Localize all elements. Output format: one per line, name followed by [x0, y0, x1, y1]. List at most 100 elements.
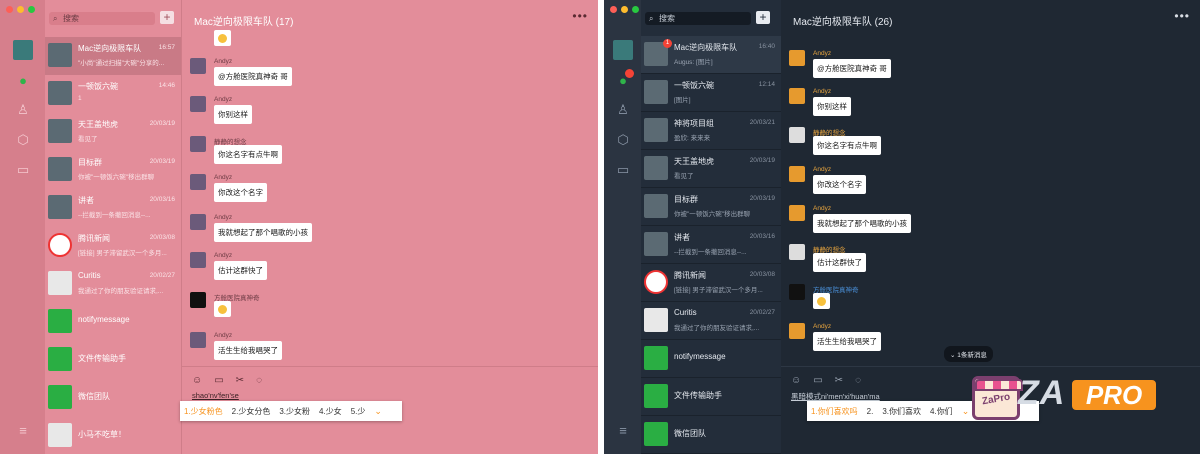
ime-candidate[interactable]: 2.: [867, 407, 874, 416]
ime-candidate[interactable]: 3.少女粉: [279, 406, 310, 417]
list-item[interactable]: Mac逆向极限车队 16:57 "小尚"通过扫描"大碗"分享的...: [45, 37, 181, 75]
chevron-down-icon[interactable]: ⌄: [962, 406, 970, 417]
avatar[interactable]: [13, 40, 33, 60]
chat-bubble-icon[interactable]: ◌: [855, 375, 861, 386]
chat-name: 讲者: [674, 233, 690, 242]
avatar: [190, 96, 206, 112]
zoom-window-button[interactable]: [632, 6, 639, 13]
new-chat-button[interactable]: +: [160, 11, 174, 24]
close-window-button[interactable]: [610, 6, 617, 13]
list-item[interactable]: 神将项目组 20/03/21 盈欣: 来来来: [641, 112, 781, 150]
favorites-box-icon[interactable]: ⬡: [15, 132, 31, 148]
list-item[interactable]: 讲者 20/03/16 --拦截到一条撤回消息--...: [45, 189, 181, 227]
list-item[interactable]: 目标群 20/03/19 你被"一顿饭六碗"移出群聊: [45, 151, 181, 189]
avatar: [48, 43, 72, 67]
message: Andyz 你改这个名字: [789, 166, 989, 200]
menu-icon[interactable]: ≡: [15, 422, 31, 438]
search-icon: ⌕: [53, 14, 58, 23]
list-item[interactable]: 腾讯新闻 20/03/08 [链接] 男子滞留武汉一个多月...: [641, 264, 781, 302]
ime-candidate[interactable]: 4.你们: [930, 406, 953, 417]
search-placeholder: 搜索: [659, 14, 675, 23]
chat-name: 神将项目组: [674, 119, 714, 128]
new-messages-pill[interactable]: ⌄ 1条新消息: [944, 346, 993, 362]
list-item[interactable]: 1 Mac逆向极限车队 16:40 Augus: [图片]: [641, 36, 781, 74]
list-item[interactable]: Curitis 20/02/27 我通过了你的朋友验证请求,...: [45, 265, 181, 303]
avatar: [190, 252, 206, 268]
chat-title: Mac逆向极限车队 (17): [194, 17, 294, 28]
scissors-icon[interactable]: ✂: [236, 375, 244, 386]
chat-icon[interactable]: ●: [15, 72, 31, 88]
menu-icon[interactable]: ≡: [615, 422, 631, 438]
message-list[interactable]: Andyz @方舱医院真神奇 哥 Andyz 你别这样 静静的想念 你这名字有点牛啊 …: [182, 30, 598, 366]
list-item[interactable]: 文件传输助手: [45, 341, 181, 379]
new-chat-button[interactable]: +: [756, 11, 770, 24]
contacts-icon[interactable]: ♙: [615, 102, 631, 118]
folder-icon[interactable]: ▭: [15, 162, 31, 178]
list-item[interactable]: 文件传输助手: [641, 378, 781, 416]
minimize-window-button[interactable]: [621, 6, 628, 13]
message-bubble: [813, 293, 830, 309]
ime-candidate[interactable]: 1.你们喜欢吗: [811, 406, 858, 417]
search-input[interactable]: ⌕ 搜索: [645, 12, 751, 25]
folder-icon[interactable]: ▭: [214, 375, 223, 386]
message-sender: Andyz: [813, 50, 832, 57]
chat-preview: --拦截到一条撤回消息--...: [674, 249, 747, 256]
chat-time: 20/02/27: [149, 272, 175, 279]
message: 静静的想念 你这名字有点牛啊: [789, 127, 989, 161]
more-options-icon[interactable]: •••: [1174, 9, 1190, 23]
contacts-icon[interactable]: ♙: [15, 102, 31, 118]
list-item[interactable]: notifymessage: [641, 340, 781, 378]
composer[interactable]: ☺ ▭ ✂ ◌ shao'nv'fen'se 1.少女粉色 2.少女分色 3.少…: [180, 366, 598, 454]
message-sender: Andyz: [214, 96, 233, 103]
ime-candidate[interactable]: 5.少: [351, 406, 366, 417]
watermark-badge: ZaPro: [972, 376, 1023, 420]
close-window-button[interactable]: [6, 6, 13, 13]
chat-list-panel: ⌕ 搜索 + Mac逆向极限车队 16:57 "小尚"通过扫描"大碗"分享的... 一…: [45, 0, 181, 454]
list-item[interactable]: 一顿饭六碗 12:14 [图片]: [641, 74, 781, 112]
chat-preview: [链接] 男子滞留武汉一个多月...: [78, 250, 167, 257]
list-item[interactable]: 目标群 20/03/19 你被"一顿饭六碗"移出群聊: [641, 188, 781, 226]
list-item[interactable]: 微信团队: [45, 379, 181, 417]
ime-candidate[interactable]: 3.你们喜欢: [882, 406, 921, 417]
message-list[interactable]: Andyz @方舱医院真神奇 哥 Andyz 你别这样 静静的想念 你这名字有点牛啊 …: [781, 30, 1200, 366]
list-item[interactable]: Curitis 20/02/27 我通过了你的朋友验证请求,...: [641, 302, 781, 340]
scissors-icon[interactable]: ✂: [835, 375, 843, 386]
list-item[interactable]: 讲者 20/03/16 --拦截到一条撤回消息--...: [641, 226, 781, 264]
ime-candidate[interactable]: 4.少女: [319, 406, 342, 417]
message-bubble: 我就想起了那个唱歌的小孩: [813, 214, 911, 233]
emoji-icon[interactable]: ☺: [192, 375, 202, 386]
favorites-box-icon[interactable]: ⬡: [615, 132, 631, 148]
ime-candidate[interactable]: 1.少女粉色: [184, 406, 223, 417]
folder-icon[interactable]: ▭: [813, 375, 822, 386]
more-options-icon[interactable]: •••: [572, 9, 588, 23]
chat-name: Mac逆向极限车队: [78, 44, 142, 53]
minimize-window-button[interactable]: [17, 6, 24, 13]
avatar: [644, 308, 668, 332]
search-input[interactable]: ⌕ 搜索: [49, 12, 155, 25]
search-placeholder: 搜索: [63, 14, 79, 23]
list-item[interactable]: notifymessage: [45, 303, 181, 341]
message-bubble: 活生生给我唱哭了: [214, 341, 282, 360]
message-bubble: 我就想起了那个唱歌的小孩: [214, 223, 312, 242]
zoom-window-button[interactable]: [28, 6, 35, 13]
avatar: [48, 233, 72, 257]
chat-icon[interactable]: ●: [615, 69, 634, 88]
list-item[interactable]: 微信团队: [641, 416, 781, 454]
emoji-icon: [218, 304, 227, 314]
avatar: [644, 422, 668, 446]
list-item[interactable]: 天王盖地虎 20/03/19 看见了: [641, 150, 781, 188]
list-item[interactable]: 一顿饭六碗 14:46 1: [45, 75, 181, 113]
message-sender: Andyz: [813, 88, 832, 95]
chevron-down-icon[interactable]: ⌄: [374, 406, 382, 417]
list-item[interactable]: 天王盖地虎 20/03/19 看见了: [45, 113, 181, 151]
avatar[interactable]: [613, 40, 633, 60]
list-item[interactable]: 腾讯新闻 20/03/08 [链接] 男子滞留武汉一个多月...: [45, 227, 181, 265]
chat-bubble-icon[interactable]: ◌: [256, 375, 262, 386]
list-item[interactable]: 小马不吃草！: [45, 417, 181, 454]
composer-toolbar: ☺ ▭ ✂ ◌: [791, 375, 861, 386]
emoji-icon[interactable]: ☺: [791, 375, 801, 386]
message-bubble: 你改这个名字: [813, 175, 866, 194]
ime-candidate[interactable]: 2.少女分色: [232, 406, 271, 417]
folder-icon[interactable]: ▭: [615, 162, 631, 178]
chat-name: Curitis: [674, 308, 697, 317]
